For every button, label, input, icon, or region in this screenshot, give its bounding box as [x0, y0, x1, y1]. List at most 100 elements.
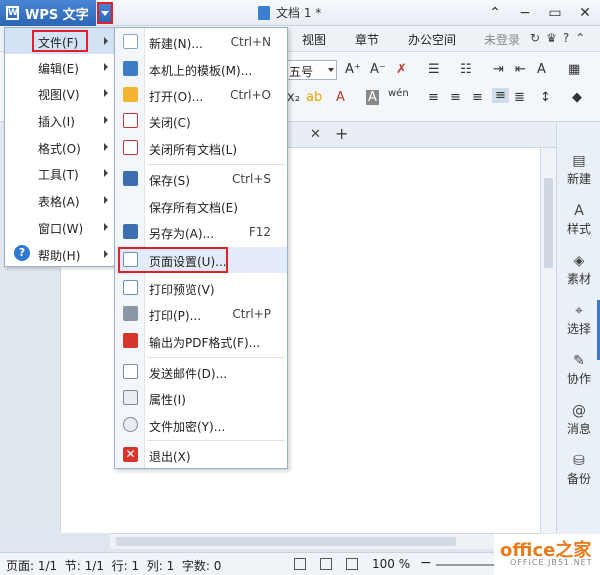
wps-app-menu-button[interactable]: W WPS 文字 [0, 0, 96, 26]
highlight-icon[interactable]: ab [306, 90, 322, 105]
indent-icon[interactable]: ⇥ [493, 62, 504, 77]
clear-format-icon[interactable]: ✗ [396, 62, 407, 77]
numbered-list-icon[interactable]: ☷ [460, 62, 472, 77]
panel-messages[interactable]: @ 消息 [557, 404, 600, 437]
bullet-list-icon[interactable]: ☰ [428, 62, 440, 77]
sync-icon[interactable]: ↻ [530, 31, 540, 45]
print-preview-icon [123, 280, 138, 295]
horizontal-scrollbar[interactable] [110, 533, 540, 549]
skin-icon[interactable]: ♛ [546, 31, 557, 45]
menu-print-preview[interactable]: 打印预览(V) [115, 275, 287, 301]
chevron-right-icon [104, 143, 108, 151]
menu-new[interactable]: 新建(N)... Ctrl+N [115, 29, 287, 55]
menu-separator [147, 357, 285, 358]
menu-item-help[interactable]: ? 帮助(H) [5, 241, 114, 267]
menu-item-window[interactable]: 窗口(W) [5, 214, 114, 240]
menu-open[interactable]: 打开(O)... Ctrl+O [115, 82, 287, 108]
align-right-icon[interactable]: ≡ [472, 90, 483, 105]
panel-select[interactable]: ⌖ 选择 [557, 304, 600, 337]
collaboration-icon: ✎ [573, 353, 585, 369]
char-shading-icon[interactable]: A [366, 90, 379, 105]
font-color-icon[interactable]: A [336, 90, 345, 105]
help-icon: ? [14, 245, 30, 261]
paragraph-shading-icon[interactable]: ◆ [572, 90, 582, 105]
font-size-select[interactable]: 五号 [285, 60, 337, 80]
chevron-right-icon [104, 37, 108, 45]
outline-view-icon[interactable] [320, 558, 332, 570]
encrypt-icon [123, 417, 138, 432]
menu-close[interactable]: 关闭(C) [115, 108, 287, 134]
zoom-out-button[interactable]: − [420, 555, 432, 571]
align-center-icon[interactable]: ≡ [450, 90, 461, 105]
status-info: 页面: 1/1 节: 1/1 行: 1 列: 1 字数: 0 [6, 559, 222, 573]
menu-properties[interactable]: 属性(I) [115, 385, 287, 411]
menu-send-mail[interactable]: 发送邮件(D)... [115, 359, 287, 385]
zoom-slider[interactable] [436, 564, 496, 566]
save-as-icon [123, 224, 138, 239]
menu-item-format[interactable]: 格式(O) [5, 134, 114, 160]
at-sign-icon: @ [572, 403, 586, 419]
zoom-level[interactable]: 100 % [372, 557, 410, 571]
justify-icon[interactable]: ≡ [492, 88, 509, 103]
font-grow-icon[interactable]: A⁺ [345, 62, 361, 77]
line-spacing-icon[interactable]: ↕ [540, 90, 551, 105]
panel-styles[interactable]: A 样式 [557, 204, 600, 237]
panel-backup[interactable]: ⛁ 备份 [557, 454, 600, 487]
chevron-down-icon [101, 10, 109, 16]
properties-icon [123, 390, 138, 405]
menu-save-as[interactable]: 另存为(A)... F12 [115, 219, 287, 245]
new-tab-icon[interactable]: + [335, 124, 348, 143]
menu-item-view[interactable]: 视图(V) [5, 80, 114, 106]
help-menu-icon[interactable]: ? [563, 31, 569, 45]
distributed-align-icon[interactable]: ≣ [514, 90, 525, 105]
menu-item-file[interactable]: 文件(F) [5, 28, 114, 54]
menu-page-setup[interactable]: 页面设置(U)... [115, 247, 287, 273]
file-submenu: 新建(N)... Ctrl+N 本机上的模板(M)... 打开(O)... Ctrl… [114, 27, 288, 469]
menu-export-pdf[interactable]: 输出为PDF格式(F)... [115, 328, 287, 354]
template-icon [123, 61, 138, 76]
menu-print[interactable]: 打印(P)... Ctrl+P [115, 301, 287, 327]
chevron-right-icon [104, 89, 108, 97]
font-shrink-icon[interactable]: A⁻ [370, 62, 386, 77]
close-document-tab-icon[interactable]: ✕ [310, 127, 321, 142]
menu-local-templates[interactable]: 本机上的模板(M)... [115, 56, 287, 82]
maximize-button[interactable]: ▭ [540, 5, 570, 21]
phonetic-guide-icon[interactable]: wén [388, 88, 409, 99]
collapse-ribbon-icon[interactable]: ⌃ [480, 5, 510, 21]
panel-new[interactable]: ▤ 新建 [557, 154, 600, 187]
close-window-button[interactable]: ✕ [570, 5, 600, 21]
grid-icon[interactable]: ▦ [568, 62, 580, 77]
document-title-text: 文档 1 * [276, 6, 322, 20]
tab-view[interactable]: 视图 [302, 31, 326, 48]
menu-item-edit[interactable]: 编辑(E) [5, 54, 114, 80]
web-view-icon[interactable] [346, 558, 358, 570]
page-view-icon[interactable] [294, 558, 306, 570]
more-options-icon[interactable]: ⌃ [575, 31, 585, 45]
panel-materials[interactable]: ◈ 素材 [557, 254, 600, 287]
menu-save[interactable]: 保存(S) Ctrl+S [115, 166, 287, 192]
vertical-scrollbar[interactable] [540, 148, 556, 533]
login-status[interactable]: 未登录 [484, 31, 520, 48]
exit-icon: ✕ [123, 447, 138, 462]
text-style-icon[interactable]: A [537, 62, 546, 77]
panel-collab[interactable]: ✎ 协作 [557, 354, 600, 387]
align-left-icon[interactable]: ≡ [428, 90, 439, 105]
menu-encrypt[interactable]: 文件加密(Y)... [115, 412, 287, 438]
app-menu-dropdown-button[interactable] [97, 2, 113, 24]
chevron-right-icon [104, 250, 108, 258]
subscript-icon[interactable]: x₂ [287, 90, 300, 105]
tab-office-space[interactable]: 办公空间 [408, 31, 456, 48]
tab-section[interactable]: 章节 [355, 31, 379, 48]
menu-exit[interactable]: ✕ 退出(X) [115, 442, 287, 468]
scroll-thumb[interactable] [544, 178, 553, 268]
menu-save-all[interactable]: 保存所有文档(E) [115, 193, 287, 219]
menu-item-insert[interactable]: 插入(I) [5, 107, 114, 133]
menu-item-table[interactable]: 表格(A) [5, 187, 114, 213]
watermark-domain: OFFICE.JB51.NET [510, 558, 593, 567]
outdent-icon[interactable]: ⇤ [515, 62, 526, 77]
scroll-thumb[interactable] [116, 537, 456, 546]
chevron-right-icon [104, 196, 108, 204]
menu-item-tools[interactable]: 工具(T) [5, 160, 114, 186]
minimize-button[interactable]: − [510, 5, 540, 21]
menu-close-all[interactable]: 关闭所有文档(L) [115, 135, 287, 161]
